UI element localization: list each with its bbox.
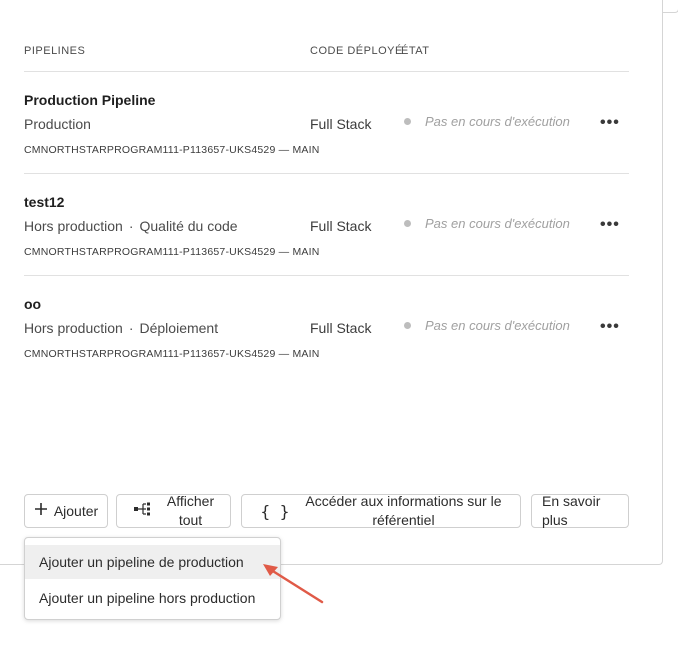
learn-more-button[interactable]: En savoir plus — [531, 492, 629, 530]
show-all-button-label: Afficher tout — [167, 492, 214, 530]
separator-dot: · — [128, 218, 134, 234]
pipeline-code: Full Stack — [310, 320, 372, 336]
pipeline-status-label: Pas en cours d'exécution — [425, 216, 570, 231]
pipeline-type: Hors production · Qualité du code — [24, 218, 238, 234]
pipeline-name[interactable]: oo — [24, 296, 41, 312]
pipeline-name[interactable]: test12 — [24, 194, 64, 210]
column-header-code: CODE DÉPLOYÉ — [310, 45, 403, 57]
show-all-label-line1: Afficher — [166, 493, 215, 509]
pipeline-row[interactable]: Production Pipeline Production CMNORTHST… — [0, 92, 662, 192]
show-all-label-line2: tout — [178, 512, 203, 528]
repo-info-button[interactable]: { } Accéder aux informations sur le réfé… — [241, 492, 521, 530]
pipeline-status: Pas en cours d'exécution — [404, 318, 570, 333]
pipeline-subtype-label: Déploiement — [139, 320, 219, 336]
learn-more-button-label: En savoir plus — [542, 492, 600, 530]
column-header-status: ÉTAT — [401, 45, 430, 57]
pipeline-repo: CMNORTHSTARPROGRAM111-P113657-UKS4529 — … — [24, 144, 320, 156]
pipeline-status: Pas en cours d'exécution — [404, 114, 570, 129]
more-actions-icon[interactable]: ••• — [600, 216, 620, 234]
learn-more-label-line2: plus — [542, 512, 568, 528]
pipeline-status-label: Pas en cours d'exécution — [425, 318, 570, 333]
pipeline-type: Hors production · Déploiement — [24, 320, 218, 336]
add-button-label: Ajouter — [53, 502, 99, 519]
pipeline-type-label: Hors production — [24, 320, 123, 336]
row-divider — [24, 173, 629, 174]
learn-more-label-line1: En savoir — [542, 493, 601, 509]
row-divider — [24, 275, 629, 276]
menu-item-add-production-pipeline[interactable]: Ajouter un pipeline de production — [25, 545, 280, 579]
pipeline-status: Pas en cours d'exécution — [404, 216, 570, 231]
pipeline-tree-icon — [133, 502, 153, 521]
pipeline-code: Full Stack — [310, 218, 372, 234]
repo-info-label-line2: référentiel — [372, 512, 435, 528]
pipeline-repo: CMNORTHSTARPROGRAM111-P113657-UKS4529 — … — [24, 246, 320, 258]
pipeline-code: Full Stack — [310, 116, 372, 132]
add-button[interactable]: Ajouter — [24, 494, 108, 528]
pipeline-repo: CMNORTHSTARPROGRAM111-P113657-UKS4529 — … — [24, 348, 320, 360]
pipeline-row[interactable]: oo Hors production · Déploiement CMNORTHST… — [0, 296, 662, 396]
pipeline-type: Production — [24, 116, 91, 132]
header-divider — [24, 71, 629, 72]
pipeline-name[interactable]: Production Pipeline — [24, 92, 155, 108]
pipeline-row[interactable]: test12 Hors production · Qualité du code C… — [0, 194, 662, 294]
annotation-arrow-icon — [263, 564, 324, 604]
pipeline-subtype-label: Qualité du code — [139, 218, 238, 234]
show-all-button[interactable]: Afficher tout — [116, 492, 231, 530]
column-header-pipelines: PIPELINES — [24, 45, 86, 57]
more-actions-icon[interactable]: ••• — [600, 114, 620, 132]
status-dot-icon — [404, 118, 411, 126]
menu-item-add-non-production-pipeline[interactable]: Ajouter un pipeline hors production — [25, 581, 280, 615]
status-dot-icon — [404, 220, 411, 228]
plus-icon — [34, 502, 48, 521]
status-dot-icon — [404, 322, 411, 330]
pipeline-type-label: Hors production — [24, 218, 123, 234]
repo-info-label-line1: Accéder aux informations sur le — [305, 493, 502, 509]
curly-braces-icon: { } — [260, 501, 290, 521]
separator-dot: · — [128, 320, 134, 336]
more-actions-icon[interactable]: ••• — [600, 318, 620, 336]
add-pipeline-menu: Ajouter un pipeline de production Ajoute… — [24, 537, 281, 620]
pipeline-type-label: Production — [24, 116, 91, 132]
repo-info-button-label: Accéder aux informations sur le référent… — [305, 492, 501, 530]
pipeline-status-label: Pas en cours d'exécution — [425, 114, 570, 129]
